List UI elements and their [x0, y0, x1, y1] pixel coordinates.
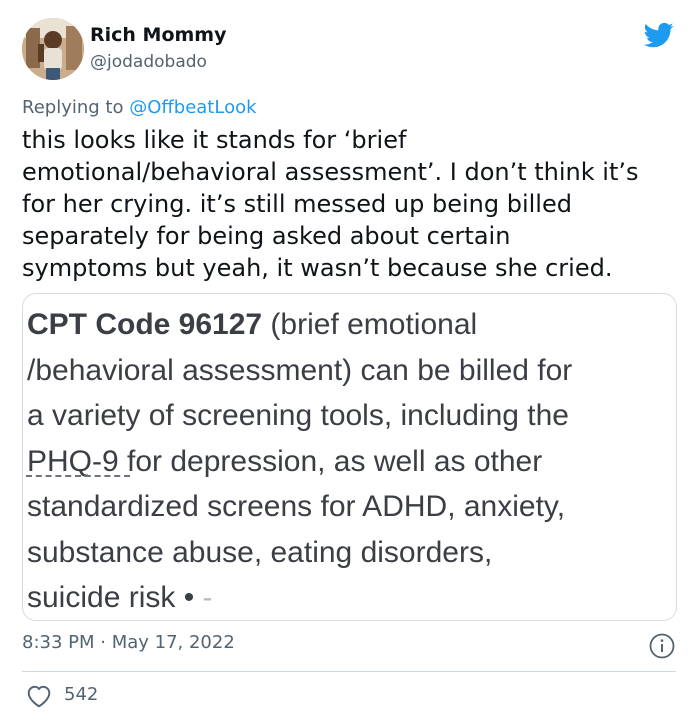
tweet-timestamp[interactable]: 8:33 PM · May 17, 2022	[22, 632, 235, 653]
excerpt-line-1: (brief emotional	[262, 308, 478, 341]
excerpt-line-5: standardized screens for ADHD, anxiety,	[27, 490, 566, 523]
excerpt-line-7: suicide risk •	[27, 581, 203, 614]
reply-mention-link[interactable]: @OffbeatLook	[129, 97, 256, 118]
avatar[interactable]	[22, 18, 84, 80]
cpt-excerpt: CPT Code 96127 (brief emotional /behavio…	[27, 302, 673, 620]
phq9-link-underline	[26, 475, 130, 477]
excerpt-line-2: /behavioral assessment) can be billed fo…	[27, 353, 573, 387]
heart-icon[interactable]	[26, 684, 52, 708]
cpt-code-title: CPT Code 96127	[27, 308, 263, 341]
quoted-image-card[interactable]: CPT Code 96127 (brief emotional /behavio…	[22, 293, 677, 621]
like-count: 542	[64, 684, 99, 705]
tweet-text: this looks like it stands for ‘brief emo…	[22, 126, 639, 282]
display-name[interactable]: Rich Mommy	[90, 24, 227, 46]
replying-to: Replying to @OffbeatLook	[22, 97, 257, 118]
phq9-link[interactable]: PHQ-9	[27, 445, 119, 478]
excerpt-faded-dash: -	[202, 581, 213, 614]
divider	[22, 671, 676, 672]
user-handle[interactable]: @jodadobado	[90, 52, 207, 72]
twitter-bird-icon[interactable]	[642, 20, 676, 50]
excerpt-line-3: a variety of screening tools, including …	[27, 399, 569, 432]
avatar-photo	[22, 18, 84, 80]
replying-to-label: Replying to	[22, 97, 130, 118]
excerpt-line-4: for depression, as well as other	[118, 444, 543, 478]
excerpt-line-6: substance abuse, eating disorders,	[27, 535, 493, 569]
info-icon[interactable]	[649, 633, 675, 659]
